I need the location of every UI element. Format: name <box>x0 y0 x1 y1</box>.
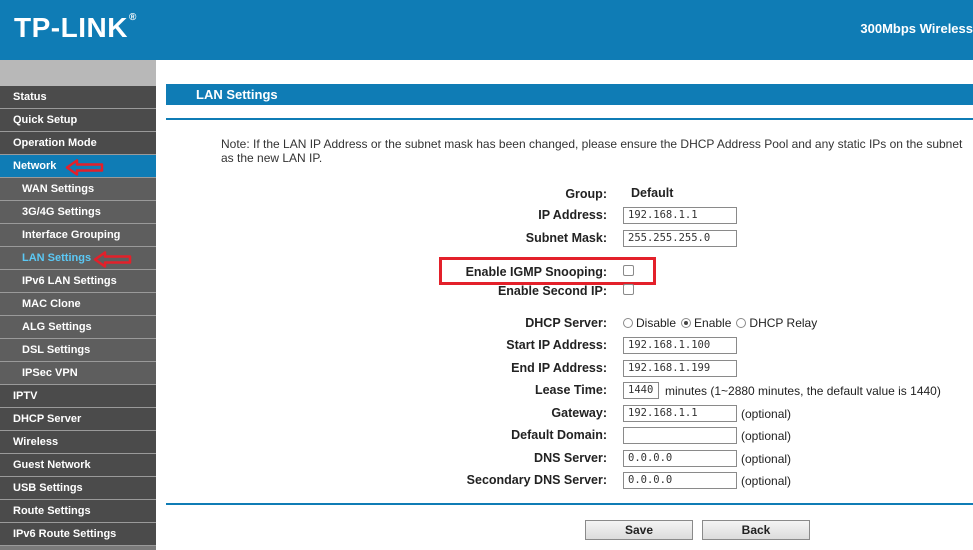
lease-time-label: Lease Time: <box>534 383 607 397</box>
end-ip-input[interactable]: 192.168.1.199 <box>623 360 737 377</box>
igmp-highlight-box <box>439 257 656 285</box>
default-domain-input[interactable] <box>623 427 737 444</box>
dns-server-wrap: 0.0.0.0 (optional) <box>623 450 791 467</box>
start-ip-input[interactable]: 192.168.1.100 <box>623 337 737 354</box>
dns-server-input[interactable]: 0.0.0.0 <box>623 450 737 467</box>
sidebar-item-operation-mode[interactable]: Operation Mode <box>0 132 156 155</box>
end-ip-wrap: 192.168.1.199 <box>623 360 737 377</box>
sidebar-top-strip <box>0 60 156 86</box>
gateway-input[interactable]: 192.168.1.1 <box>623 405 737 422</box>
second-ip-label: Enable Second IP: <box>497 284 607 298</box>
end-ip-row: End IP Address: 192.168.1.199 <box>0 359 973 379</box>
start-ip-row: Start IP Address: 192.168.1.100 <box>0 336 973 356</box>
secondary-dns-label: Secondary DNS Server: <box>466 473 607 487</box>
page-title: LAN Settings <box>166 84 973 105</box>
lease-time-hint: minutes (1~2880 minutes, the default val… <box>665 383 941 398</box>
lease-time-input[interactable]: 1440 <box>623 382 659 399</box>
default-domain-hint: (optional) <box>741 428 792 443</box>
subnet-mask-input[interactable]: 255.255.255.0 <box>623 230 737 247</box>
group-value: Default <box>631 186 674 200</box>
top-divider <box>166 118 973 120</box>
secondary-dns-wrap: 0.0.0.0 (optional) <box>623 472 791 489</box>
group-label: Group: <box>565 187 607 201</box>
dhcp-enable-radio[interactable] <box>681 318 692 328</box>
sidebar-item-label: Network <box>13 160 57 172</box>
secondary-dns-hint: (optional) <box>741 473 792 488</box>
subnet-mask-label: Subnet Mask: <box>525 231 607 245</box>
dhcp-enable-label: Enable <box>694 316 732 330</box>
ip-address-input[interactable]: 192.168.1.1 <box>623 207 737 224</box>
ip-address-label: IP Address: <box>538 208 607 222</box>
start-ip-label: Start IP Address: <box>506 338 607 352</box>
subnet-mask-wrap: 255.255.255.0 <box>623 230 737 247</box>
gateway-label: Gateway: <box>551 406 607 420</box>
dns-server-row: DNS Server: 0.0.0.0 (optional) <box>0 449 973 469</box>
save-button[interactable]: Save <box>585 520 693 540</box>
bottom-divider <box>166 503 973 505</box>
sidebar-item-ipv6-route-settings[interactable]: IPv6 Route Settings <box>0 523 156 546</box>
end-ip-label: End IP Address: <box>511 361 607 375</box>
ip-address-wrap: 192.168.1.1 <box>623 207 737 224</box>
start-ip-wrap: 192.168.1.100 <box>623 337 737 354</box>
dhcp-disable-label: Disable <box>636 316 677 330</box>
secondary-dns-row: Secondary DNS Server: 0.0.0.0 (optional) <box>0 471 973 491</box>
header-bar: TP-LINK® 300Mbps Wireless <box>0 0 973 60</box>
sidebar-item-quick-setup[interactable]: Quick Setup <box>0 109 156 132</box>
default-domain-row: Default Domain: (optional) <box>0 426 973 446</box>
dhcp-relay-label: DHCP Relay <box>749 316 818 330</box>
subnet-mask-row: Subnet Mask: 255.255.255.0 <box>0 229 973 249</box>
back-button[interactable]: Back <box>702 520 810 540</box>
second-ip-checkbox[interactable] <box>623 284 634 295</box>
dns-server-label: DNS Server: <box>534 451 607 465</box>
sidebar-item-route-settings[interactable]: Route Settings <box>0 500 156 523</box>
ip-address-row: IP Address: 192.168.1.1 <box>0 206 973 226</box>
dhcp-server-options: Disable Enable DHCP Relay <box>623 316 822 330</box>
lease-time-row: Lease Time: 1440 minutes (1~2880 minutes… <box>0 381 973 401</box>
dns-server-hint: (optional) <box>741 451 792 466</box>
sidebar-item-network[interactable]: Network <box>0 155 156 178</box>
dhcp-server-label: DHCP Server: <box>525 316 607 330</box>
model-title: 300Mbps Wireless <box>860 21 973 36</box>
gateway-hint: (optional) <box>741 406 792 421</box>
gateway-row: Gateway: 192.168.1.1 (optional) <box>0 404 973 424</box>
default-domain-wrap: (optional) <box>623 427 791 444</box>
group-row: Group: Default <box>0 185 973 205</box>
dhcp-server-row: DHCP Server: Disable Enable DHCP Relay <box>0 314 973 334</box>
dhcp-relay-radio[interactable] <box>736 318 747 328</box>
default-domain-label: Default Domain: <box>511 428 607 442</box>
secondary-dns-input[interactable]: 0.0.0.0 <box>623 472 737 489</box>
second-ip-row: Enable Second IP: <box>0 282 973 302</box>
red-arrow-icon <box>65 159 104 176</box>
sidebar-item-status[interactable]: Status <box>0 86 156 109</box>
lan-note: Note: If the LAN IP Address or the subne… <box>221 137 963 165</box>
second-ip-wrap <box>623 284 634 295</box>
tp-link-logo: TP-LINK® <box>14 12 137 43</box>
lease-time-wrap: 1440 minutes (1~2880 minutes, the defaul… <box>623 382 941 399</box>
group-value-wrap: Default <box>623 186 673 200</box>
dhcp-disable-radio[interactable] <box>623 318 633 328</box>
gateway-wrap: 192.168.1.1 (optional) <box>623 405 791 422</box>
